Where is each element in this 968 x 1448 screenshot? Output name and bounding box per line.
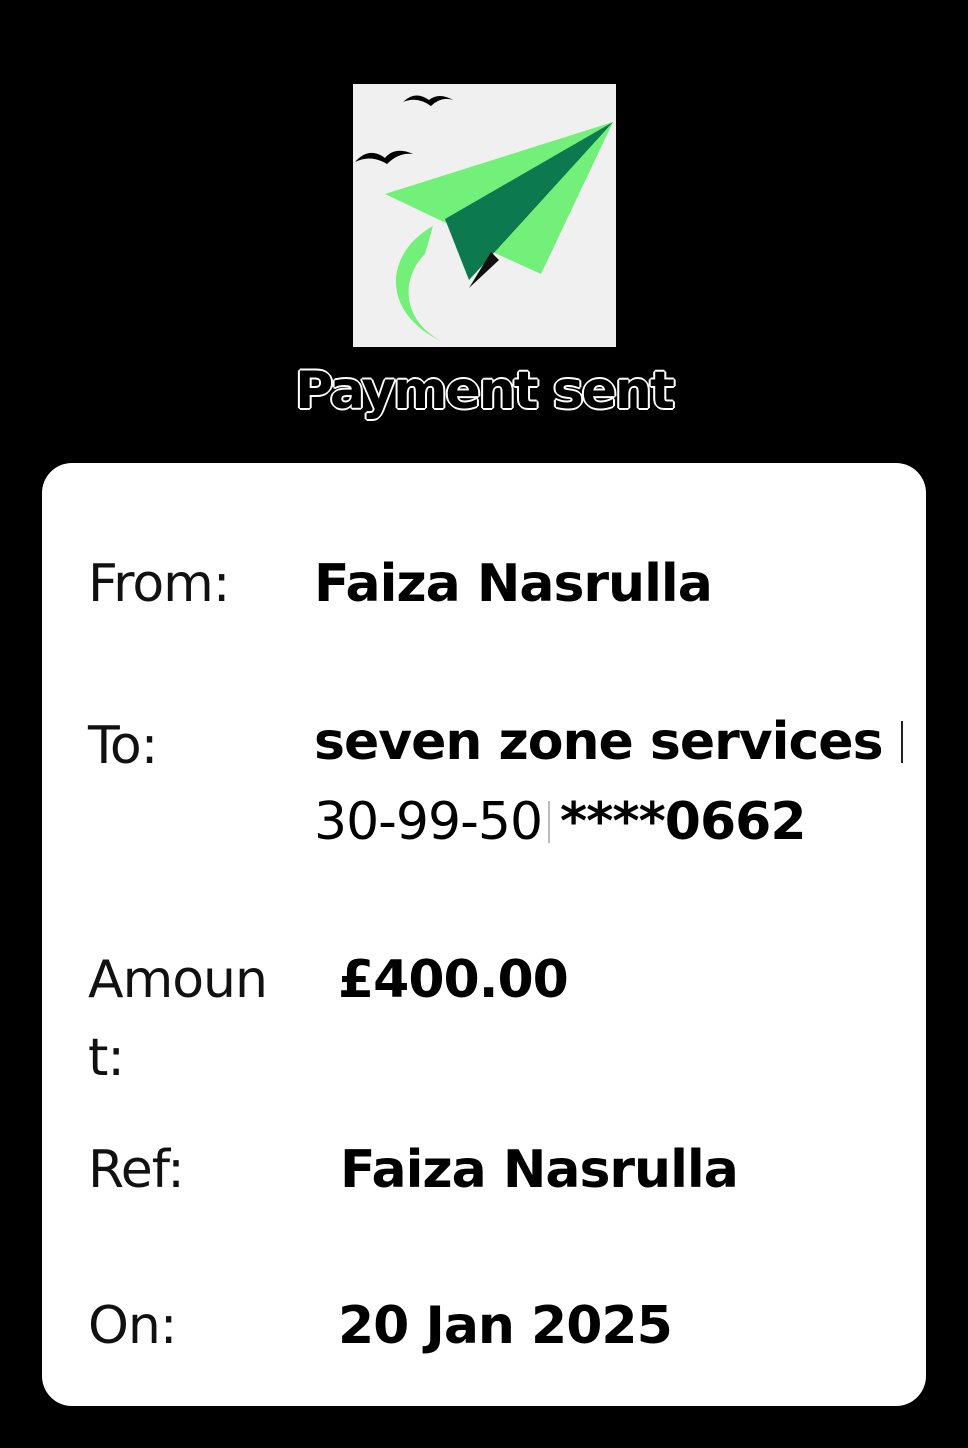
ref-label: Ref: [88,1140,185,1200]
account-number: ****0662 [560,792,806,852]
from-value: Faiza Nasrulla [314,554,713,614]
to-name: seven zone services [314,703,913,781]
payment-confirmation-screen: Payment sent From: Faiza Nasrulla To: se… [0,0,968,1448]
on-label: On: [88,1296,177,1356]
to-label: To: [88,716,158,776]
amount-label-line2: t: [88,1028,125,1088]
amount-label-line1: Amoun [88,950,268,1010]
ref-value: Faiza Nasrulla [340,1140,739,1200]
recipient-name: seven zone services [314,712,884,772]
separator [548,801,551,843]
amount-value: £400.00 [338,950,569,1010]
from-label: From: [88,554,230,614]
date-value: 20 Jan 2025 [338,1296,673,1356]
separator [900,721,903,763]
page-title: Payment sent [294,360,676,422]
amount-label: Amoun t: [88,941,268,1097]
recipient-account: 30-99-50 ****0662 [314,783,807,861]
payment-details-card: From: Faiza Nasrulla To: seven zone serv… [42,463,926,1406]
sort-code: 30-99-50 [314,792,543,852]
paper-plane-icon [353,84,616,347]
